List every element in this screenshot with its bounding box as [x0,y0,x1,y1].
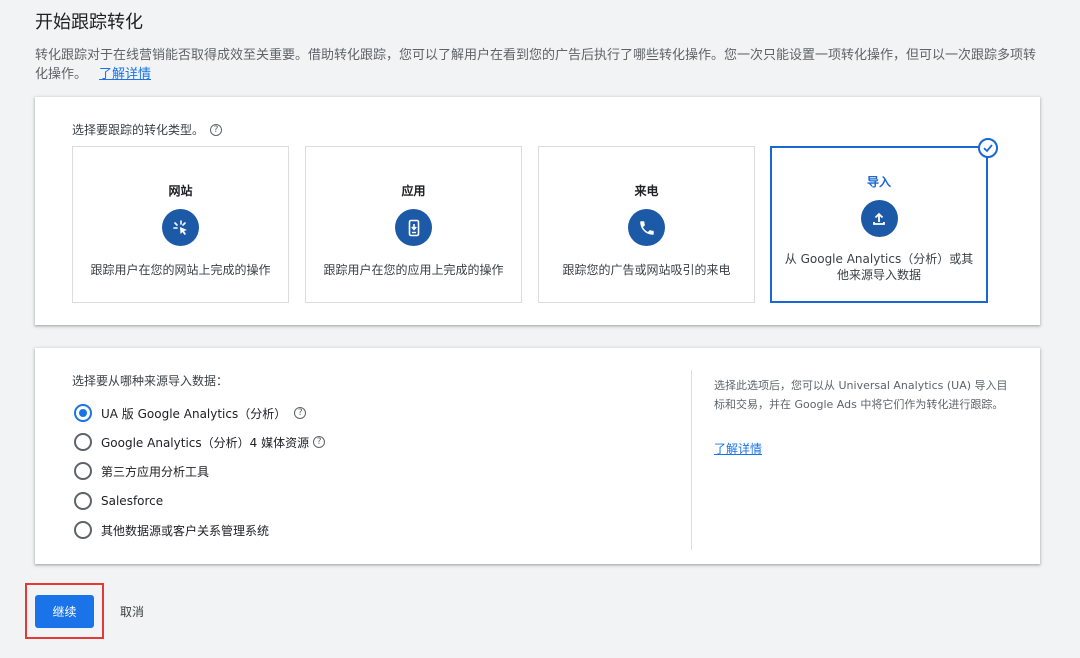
tile-title: 来电 [634,184,659,198]
tile-desc: 跟踪用户在您的网站上完成的操作 [90,263,271,277]
tile-title: 应用 [401,184,426,198]
radio-option-ua[interactable]: UA 版 Google Analytics（分析） ? [74,404,307,422]
intro-text: 转化跟踪对于在线营销能否取得成效至关重要。借助转化跟踪，您可以了解用户在看到您的… [35,46,1040,84]
tile-phone[interactable]: 来电 跟踪您的广告或网站吸引的来电 [538,146,755,303]
tile-title: 导入 [866,175,891,189]
radio-label: Salesforce [101,494,164,508]
radio-button[interactable] [74,462,92,480]
cursor-click-icon [162,209,199,246]
source-learn-more-link[interactable]: 了解详情 [714,440,762,457]
tile-desc: 跟踪用户在您的应用上完成的操作 [323,263,504,277]
mobile-download-icon [395,209,432,246]
tile-import[interactable]: 导入 从 Google Analytics（分析）或其他来源导入数据 [770,138,998,303]
phone-icon [628,209,665,246]
radio-option-salesforce[interactable]: Salesforce [74,492,163,510]
radio-button[interactable] [74,433,92,451]
source-note: 选择此选项后，您可以从 Universal Analytics (UA) 导入目… [714,379,1008,411]
types-label-text: 选择要跟踪的转化类型。 [72,123,205,137]
upload-icon [860,200,898,237]
radio-option-ga4[interactable]: Google Analytics（分析）4 媒体资源 ? [74,433,326,451]
intro-body: 转化跟踪对于在线营销能否取得成效至关重要。借助转化跟踪，您可以了解用户在看到您的… [35,48,1037,82]
page-title: 开始跟踪转化 [35,12,143,33]
help-icon[interactable]: ? [210,123,223,136]
radio-label: UA 版 Google Analytics（分析） [101,406,287,421]
source-label: 选择要从哪种来源导入数据： [72,374,229,388]
radio-label: 第三方应用分析工具 [101,464,210,479]
tile-website[interactable]: 网站 跟踪用户在您的网站上完成的操作 [72,146,289,303]
radio-button[interactable] [74,492,92,510]
radio-button[interactable] [74,521,92,539]
intro-learn-more-link[interactable]: 了解详情 [99,67,151,82]
radio-option-third-party[interactable]: 第三方应用分析工具 [74,462,209,480]
cancel-button[interactable]: 取消 [110,595,154,628]
help-icon[interactable]: ? [313,436,326,448]
check-circle-icon [978,138,998,158]
radio-label: 其他数据源或客户关系管理系统 [101,523,270,538]
help-icon[interactable]: ? [294,407,307,419]
vertical-divider [691,370,692,550]
radio-button[interactable] [74,404,92,422]
radio-option-crm[interactable]: 其他数据源或客户关系管理系统 [74,521,269,539]
radio-label: Google Analytics（分析）4 媒体资源 [101,435,310,450]
conversion-type-card: 选择要跟踪的转化类型。 ? 网站 跟踪用户在您的网站上完成的操作 应用 跟踪用户… [35,97,1040,325]
import-source-card: 选择要从哪种来源导入数据： UA 版 Google Analytics（分析） … [35,348,1040,564]
tile-app[interactable]: 应用 跟踪用户在您的应用上完成的操作 [305,146,522,303]
continue-button[interactable]: 继续 [35,595,94,628]
tile-desc: 从 Google Analytics（分析）或其他来源导入数据 [784,252,974,282]
tile-title: 网站 [168,184,193,198]
types-label: 选择要跟踪的转化类型。 ? [72,121,223,138]
tile-desc: 跟踪您的广告或网站吸引的来电 [562,263,731,277]
